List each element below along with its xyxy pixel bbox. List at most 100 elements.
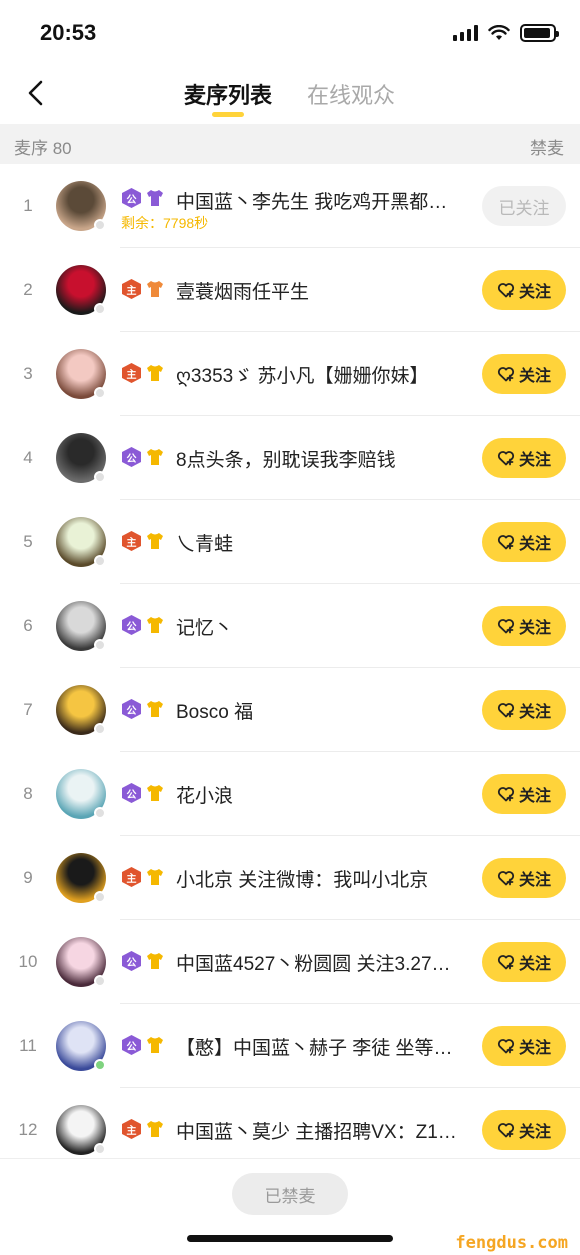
follow-button[interactable]: 关注: [482, 858, 566, 898]
follow-label: 关注: [518, 1124, 551, 1141]
avatar[interactable]: [56, 1105, 106, 1155]
avatar[interactable]: [56, 937, 106, 987]
follow-label: 关注: [518, 788, 551, 805]
queue-row[interactable]: 10 公 中国蓝4527丶粉圆圆 关注3.27… 关注: [0, 920, 580, 1004]
presence-dot: [94, 639, 106, 651]
follow-button[interactable]: 关注: [482, 1110, 566, 1150]
role-badge: 主: [122, 867, 141, 887]
follow-button[interactable]: 关注: [482, 354, 566, 394]
role-badge: 公: [122, 447, 141, 467]
follow-button[interactable]: 关注: [482, 1026, 566, 1066]
heart-plus-icon: [497, 367, 515, 382]
status-bar: 20:53: [0, 0, 580, 62]
shirt-badge-icon: [147, 953, 163, 969]
presence-dot: [94, 723, 106, 735]
username: 花小浪: [176, 786, 234, 807]
watermark: fengdus.com: [455, 1233, 568, 1253]
queue-row[interactable]: 2 主 壹蓑烟雨任平生 关注: [0, 248, 580, 332]
username: 乀青蛙: [176, 534, 234, 555]
queue-index: 9: [23, 868, 33, 887]
queue-row[interactable]: 5 主 乀青蛙 关注: [0, 500, 580, 584]
follow-button[interactable]: 关注: [482, 270, 566, 310]
queue-index: 11: [19, 1036, 37, 1055]
queue-header: 麦序 80 禁麦: [0, 124, 580, 164]
username: 小北京 关注微博：我叫小北京: [176, 870, 429, 891]
follow-button[interactable]: 关注: [482, 606, 566, 646]
queue-index: 7: [23, 700, 33, 719]
presence-dot: [94, 555, 106, 567]
follow-button[interactable]: 关注: [482, 942, 566, 982]
user-badges: 公: [122, 447, 165, 467]
avatar[interactable]: [56, 769, 106, 819]
queue-index: 2: [23, 280, 33, 299]
heart-plus-icon: [497, 1123, 515, 1138]
role-badge: 公: [122, 1035, 141, 1055]
heart-plus-icon: [497, 451, 515, 466]
queue-index: 3: [23, 364, 33, 383]
queue-row[interactable]: 9 主 小北京 关注微博：我叫小北京 关注: [0, 836, 580, 920]
follow-button[interactable]: 关注: [482, 438, 566, 478]
role-badge: 公: [122, 699, 141, 719]
tab-online-audience[interactable]: 在线观众: [307, 78, 395, 110]
follow-label: 关注: [518, 1040, 551, 1057]
queue-row[interactable]: 8 公 花小浪 关注: [0, 752, 580, 836]
presence-dot: [94, 471, 106, 483]
role-badge: 主: [122, 1119, 141, 1139]
shirt-badge-icon: [147, 701, 163, 717]
follow-button[interactable]: 关注: [482, 774, 566, 814]
active-tab-indicator: [212, 112, 244, 117]
user-badges: 公: [122, 188, 165, 208]
follow-label: 已关注: [498, 198, 550, 218]
avatar[interactable]: [56, 433, 106, 483]
wifi-icon: [488, 25, 510, 40]
follow-button[interactable]: 关注: [482, 522, 566, 562]
presence-dot: [94, 1059, 106, 1071]
follow-label: 关注: [518, 620, 551, 637]
queue-row[interactable]: 4 公 8点头条，别耽误我李赔钱 关注: [0, 416, 580, 500]
username: 记忆丶: [176, 618, 234, 639]
nav-bar: 麦序列表 在线观众: [0, 62, 580, 124]
queue-index: 12: [18, 1120, 38, 1139]
shirt-badge-icon: [147, 190, 163, 206]
queue-row[interactable]: 3 主 ღ3353ゞ 苏小凡【姗姗你妹】 关注: [0, 332, 580, 416]
avatar[interactable]: [56, 853, 106, 903]
followed-button[interactable]: 已关注: [482, 186, 566, 226]
username: Bosco 福: [176, 702, 254, 723]
follow-label: 关注: [518, 284, 551, 301]
avatar[interactable]: [56, 349, 106, 399]
follow-label: 关注: [518, 536, 551, 553]
avatar[interactable]: [56, 517, 106, 567]
follow-button[interactable]: 关注: [482, 690, 566, 730]
shirt-badge-icon: [147, 1037, 163, 1053]
username: 中国蓝丶李先生 我吃鸡开黑都…: [176, 192, 448, 213]
heart-plus-icon: [497, 787, 515, 802]
chevron-left-icon[interactable]: [22, 78, 52, 108]
queue-row[interactable]: 7 公 Bosco 福 关注: [0, 668, 580, 752]
queue-index: 6: [23, 616, 33, 635]
mute-all-button[interactable]: 禁麦: [530, 134, 564, 159]
muted-button[interactable]: 已禁麦: [232, 1173, 348, 1215]
queue-row[interactable]: 1 公 中国蓝丶李先生 我吃鸡开黑都… 剩余：7798秒 已关注: [0, 164, 580, 248]
shirt-badge-icon: [147, 1121, 163, 1137]
avatar[interactable]: [56, 1021, 106, 1071]
presence-dot: [94, 975, 106, 987]
queue-row[interactable]: 12 主 中国蓝丶莫少 主播招聘VX：Z1… 关注: [0, 1088, 580, 1158]
presence-dot: [94, 891, 106, 903]
user-badges: 公: [122, 615, 165, 635]
avatar[interactable]: [56, 265, 106, 315]
role-badge: 公: [122, 188, 141, 208]
avatar[interactable]: [56, 601, 106, 651]
queue-row[interactable]: 6 公 记忆丶 关注: [0, 584, 580, 668]
heart-plus-icon: [497, 535, 515, 550]
heart-plus-icon: [497, 703, 515, 718]
presence-dot: [94, 219, 106, 231]
shirt-badge-icon: [147, 785, 163, 801]
queue-row[interactable]: 11 公 【憨】中国蓝丶赫子 李徒 坐等… 关注: [0, 1004, 580, 1088]
role-badge: 公: [122, 951, 141, 971]
avatar[interactable]: [56, 685, 106, 735]
tab-mic-queue[interactable]: 麦序列表: [184, 78, 272, 110]
queue-index: 4: [23, 448, 33, 467]
avatar[interactable]: [56, 181, 106, 231]
user-badges: 主: [122, 531, 165, 551]
follow-label: 关注: [518, 704, 551, 721]
